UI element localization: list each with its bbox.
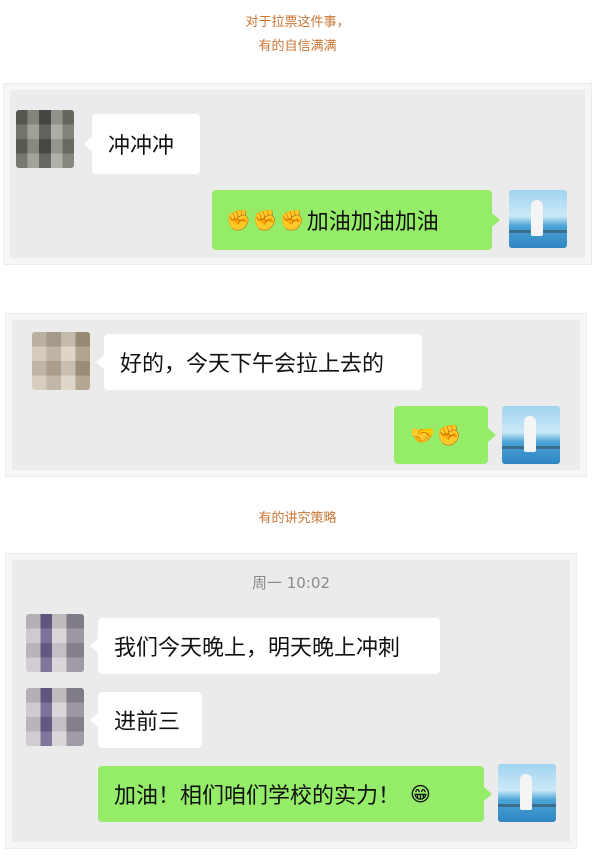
message-text: 冲冲冲 — [108, 134, 175, 159]
message-timestamp: 周一 10:02 — [252, 574, 330, 592]
fist-emoji-icon: ✊ — [279, 208, 305, 232]
handshake-emoji-icon: 🤝 — [410, 423, 435, 447]
chat-screenshot-2: 好的，今天下午会拉上去的 🤝 ✊ — [12, 320, 580, 470]
caption-line-2: 有的自信满满 — [258, 39, 337, 54]
sent-message: 🤝 ✊ — [394, 406, 496, 464]
chat-screenshot-3: 周一 10:02 我们今天晚上，明天晚上冲刺 进前三 加油！相们咱们学校的实力！… — [12, 560, 570, 842]
my-avatar[interactable] — [502, 406, 560, 464]
received-message: 冲冲冲 — [84, 114, 200, 174]
caption-line-1: 对于拉票这件事， — [245, 15, 350, 30]
received-message: 好的，今天下午会拉上去的 — [96, 334, 422, 390]
sent-message: 加油！相们咱们学校的实力！ 😁 — [98, 766, 492, 822]
message-text: 加油！相们咱们学校的实力！ — [114, 784, 401, 809]
message-text: 好的，今天下午会拉上去的 — [120, 352, 385, 377]
received-message: 我们今天晚上，明天晚上冲刺 — [90, 618, 440, 674]
message-text: 加油加油加油 — [306, 210, 439, 235]
contact-avatar[interactable] — [16, 110, 74, 168]
my-avatar[interactable] — [509, 190, 567, 248]
my-avatar[interactable] — [498, 764, 556, 822]
contact-avatar[interactable] — [32, 332, 90, 390]
contact-avatar[interactable] — [26, 688, 84, 746]
received-message: 进前三 — [90, 692, 202, 748]
message-text: 进前三 — [114, 710, 181, 735]
fist-emoji-icon: ✊ — [252, 208, 278, 232]
fist-emoji-icon: ✊ — [226, 208, 251, 232]
message-text: 我们今天晚上，明天晚上冲刺 — [114, 636, 401, 661]
caption-middle: 有的讲究策略 — [258, 511, 337, 526]
fist-emoji-icon: ✊ — [436, 423, 462, 447]
chat-screenshot-1: 冲冲冲 ✊ ✊ ✊ 加油加油加油 — [10, 90, 585, 258]
contact-avatar[interactable] — [26, 614, 84, 672]
sent-message: ✊ ✊ ✊ 加油加油加油 — [212, 190, 500, 250]
grin-emoji-icon: 😁 — [410, 782, 431, 806]
